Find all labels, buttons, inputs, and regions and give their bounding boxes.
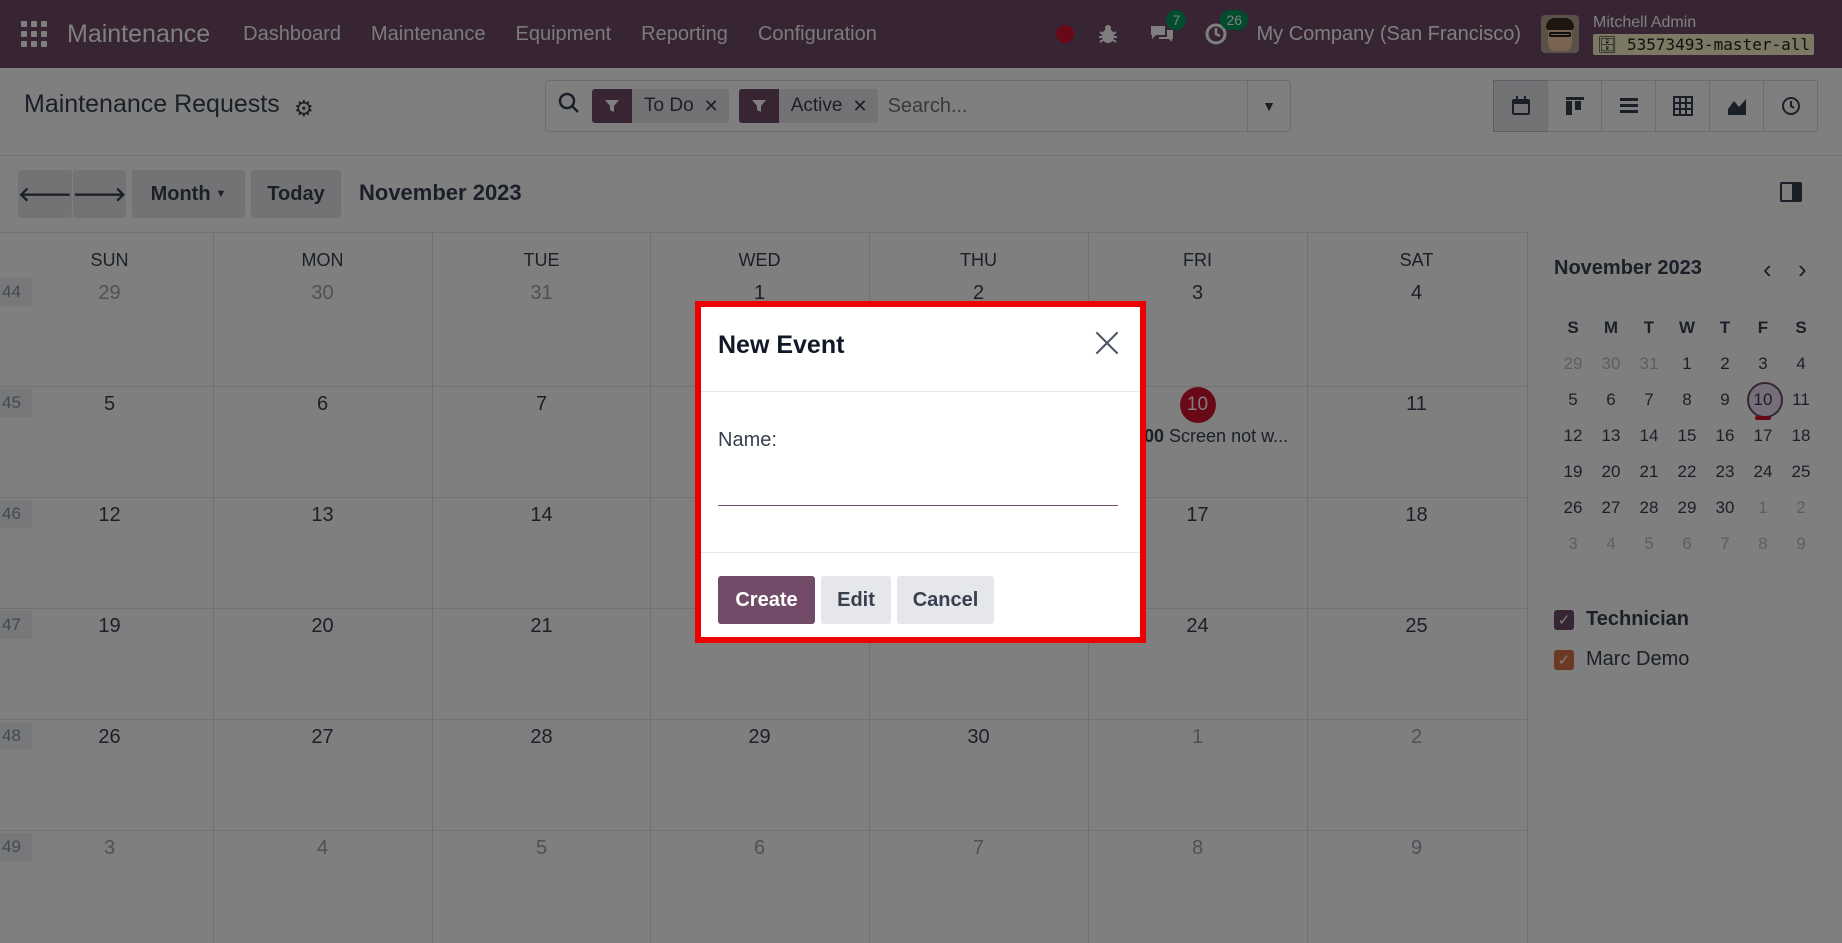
dialog-title: New Event	[718, 331, 845, 359]
create-button[interactable]: Create	[718, 576, 815, 624]
dialog-footer: Create Edit Cancel	[701, 553, 1140, 637]
dialog-body: Name:	[701, 392, 1140, 553]
dialog-header: New Event	[701, 307, 1140, 392]
name-label: Name:	[718, 429, 777, 451]
cancel-button[interactable]: Cancel	[897, 576, 994, 624]
close-icon[interactable]	[1092, 328, 1122, 358]
new-event-dialog: New Event Name: Create Edit Cancel	[695, 301, 1146, 643]
event-name-input[interactable]	[718, 472, 1118, 506]
edit-button[interactable]: Edit	[821, 576, 891, 624]
